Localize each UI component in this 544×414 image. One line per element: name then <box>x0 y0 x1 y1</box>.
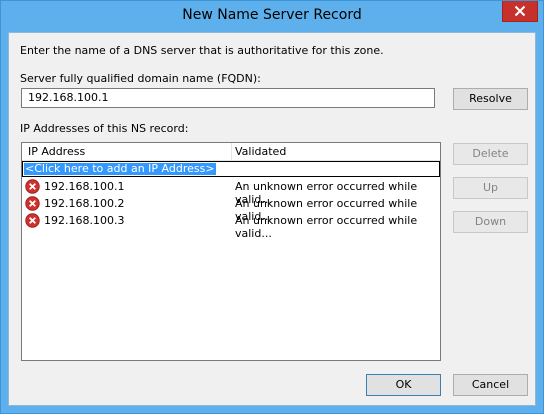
column-header-ip[interactable]: IP Address <box>28 145 85 158</box>
table-row[interactable]: 192.168.100.3 An unknown error occurred … <box>22 212 440 240</box>
resolve-button[interactable]: Resolve <box>453 88 528 110</box>
down-button[interactable]: Down <box>453 211 528 233</box>
delete-button[interactable]: Delete <box>453 143 528 165</box>
column-divider[interactable] <box>231 143 232 160</box>
up-button[interactable]: Up <box>453 177 528 199</box>
close-button[interactable] <box>502 1 538 22</box>
ip-address-list[interactable]: IP Address Validated <Click here to add … <box>21 142 441 361</box>
dialog-window: New Name Server Record Enter the name of… <box>0 0 544 414</box>
ok-button[interactable]: OK <box>366 374 441 396</box>
up-label: Up <box>482 181 499 194</box>
cancel-label: Cancel <box>471 378 510 391</box>
intro-text: Enter the name of a DNS server that is a… <box>20 44 384 57</box>
window-title: New Name Server Record <box>182 7 362 23</box>
dialog-body: Enter the name of a DNS server that is a… <box>8 32 536 406</box>
fqdn-input[interactable]: 192.168.100.1 <box>21 88 435 108</box>
row-ip: 192.168.100.2 <box>44 197 125 210</box>
title-bar[interactable]: New Name Server Record <box>1 1 543 32</box>
column-header-validated[interactable]: Validated <box>235 145 286 158</box>
error-icon <box>25 179 40 194</box>
add-ip-row[interactable]: <Click here to add an IP Address> <box>22 161 440 177</box>
resolve-label: Resolve <box>469 92 512 105</box>
delete-label: Delete <box>472 147 509 160</box>
cancel-button[interactable]: Cancel <box>453 374 528 396</box>
list-header: IP Address Validated <box>22 143 440 161</box>
table-row[interactable]: 192.168.100.2 An unknown error occurred … <box>22 195 440 223</box>
ok-label: OK <box>395 378 412 391</box>
fqdn-label: Server fully qualified domain name (FQDN… <box>20 72 261 85</box>
close-icon <box>514 5 526 17</box>
error-icon <box>25 213 40 228</box>
error-icon <box>25 196 40 211</box>
ip-list-label: IP Addresses of this NS record: <box>20 122 189 135</box>
row-validated: An unknown error occurred while valid... <box>235 214 418 240</box>
row-ip: 192.168.100.3 <box>44 214 125 227</box>
add-ip-placeholder[interactable]: <Click here to add an IP Address> <box>24 163 216 175</box>
table-row[interactable]: 192.168.100.1 An unknown error occurred … <box>22 178 440 206</box>
down-label: Down <box>474 215 507 228</box>
row-ip: 192.168.100.1 <box>44 180 125 193</box>
